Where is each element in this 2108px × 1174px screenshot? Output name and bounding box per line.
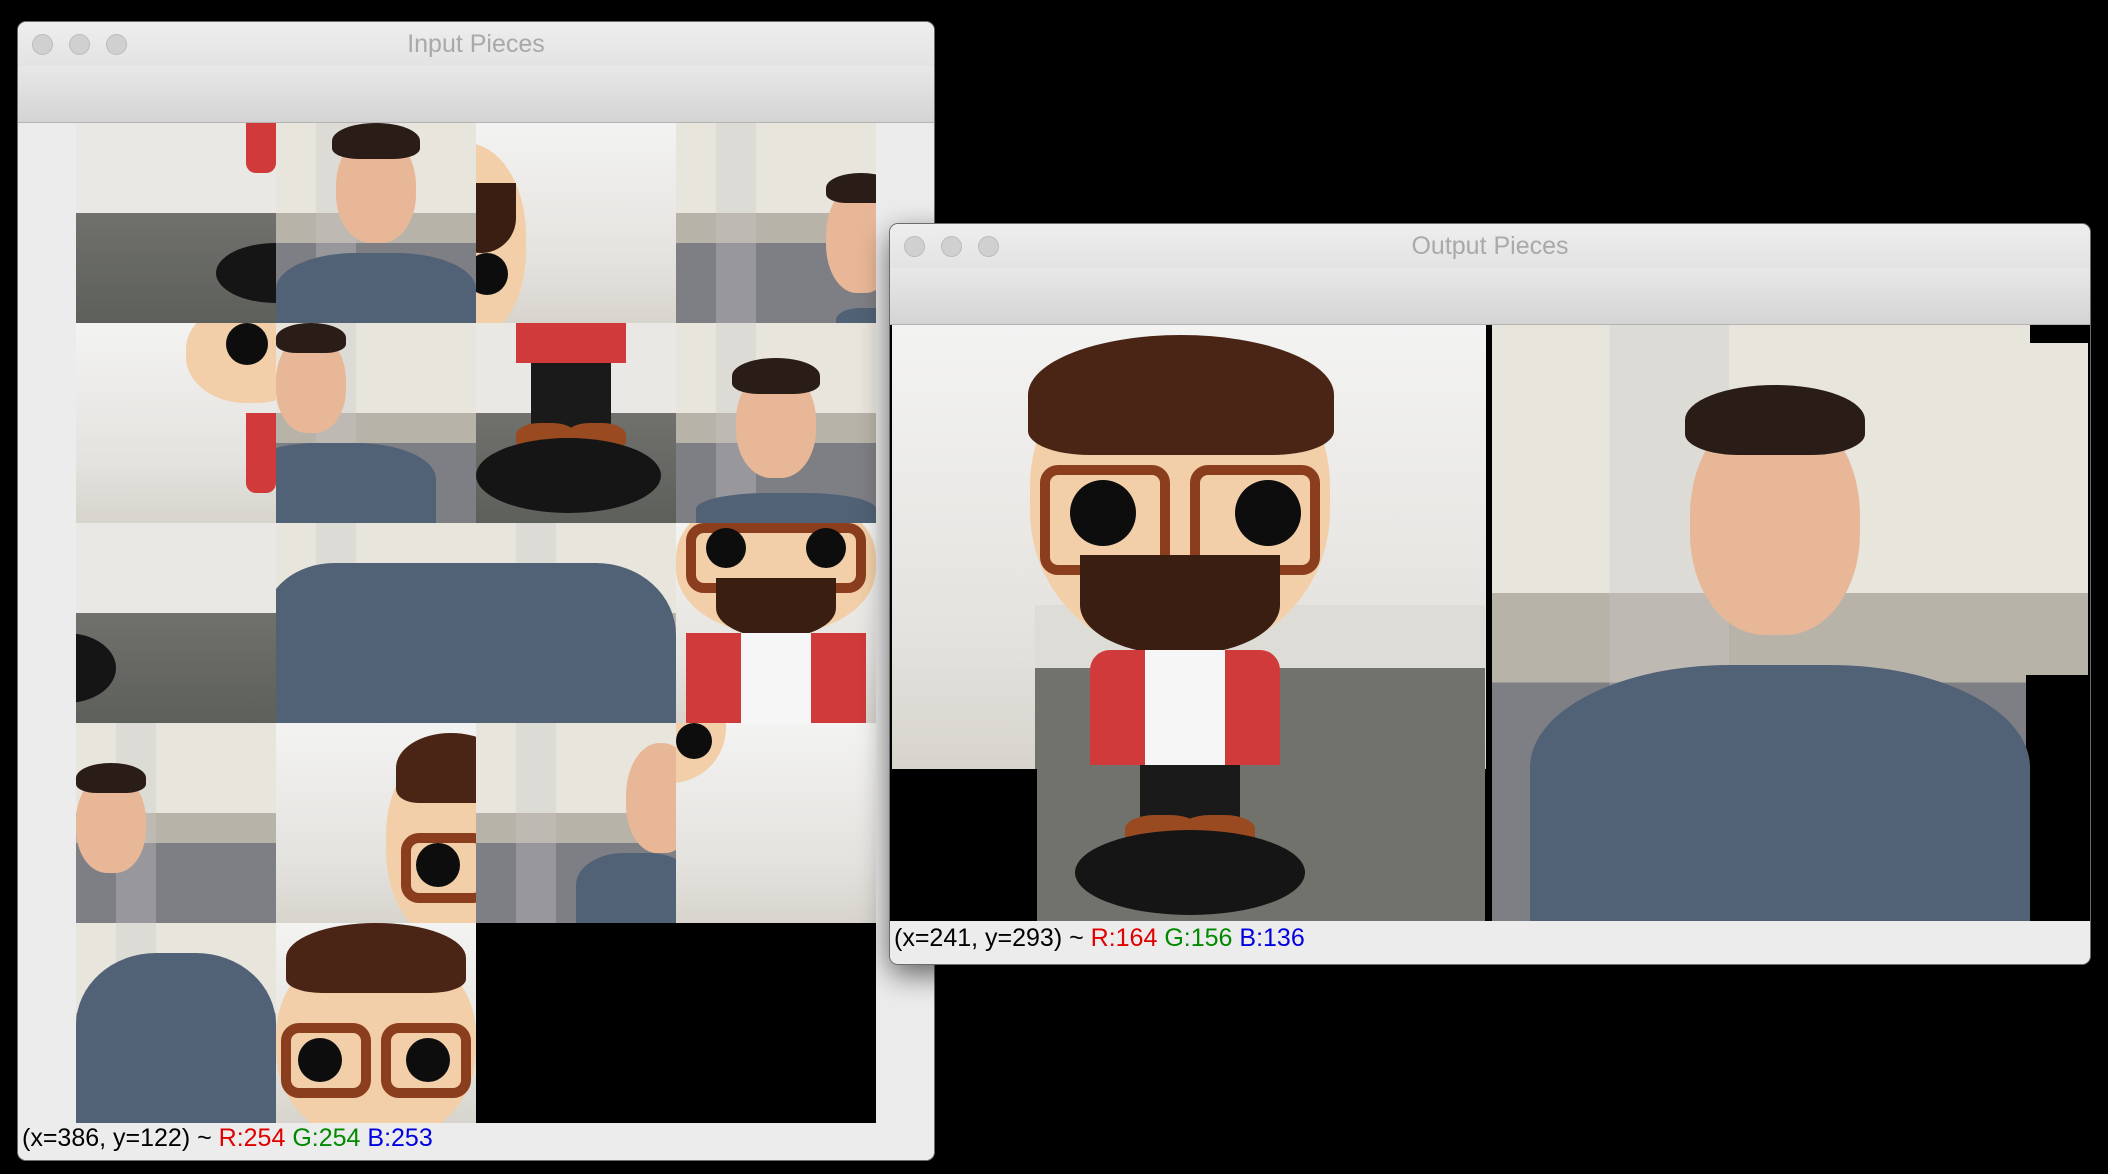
output-coords: (x=241, y=293) ~ <box>894 924 1091 952</box>
close-icon[interactable] <box>904 236 925 257</box>
puzzle-piece <box>676 723 876 923</box>
output-green-value: G:156 <box>1164 924 1233 952</box>
input-statusbar: (x=386, y=122) ~ R:254 G:254 B:253 <box>22 1124 433 1153</box>
output-blue-value: B:136 <box>1239 924 1305 952</box>
puzzle-piece <box>276 923 476 1123</box>
output-image[interactable] <box>890 325 2090 921</box>
zoom-icon[interactable] <box>978 236 999 257</box>
minimize-icon[interactable] <box>69 34 90 55</box>
input-window-toolbar <box>18 66 934 123</box>
input-pieces-grid[interactable] <box>76 123 876 1123</box>
output-pieces-window: Output Pieces (x=241, y=293) ~ R:164 G:1… <box>890 224 2090 964</box>
puzzle-piece <box>76 523 276 723</box>
input-pieces-window: Input Pieces (x=386, y=122) ~ R:254 G:25… <box>18 22 934 1160</box>
puzzle-piece <box>276 523 476 723</box>
output-window-titlebar[interactable]: Output Pieces <box>890 224 2090 268</box>
zoom-icon[interactable] <box>106 34 127 55</box>
empty-tile <box>476 923 676 1123</box>
minimize-icon[interactable] <box>941 236 962 257</box>
puzzle-piece <box>476 723 676 923</box>
puzzle-piece <box>276 723 476 923</box>
input-window-title: Input Pieces <box>407 30 545 58</box>
empty-tile <box>676 923 876 1123</box>
output-statusbar: (x=241, y=293) ~ R:164 G:156 B:136 <box>894 924 1305 953</box>
puzzle-piece <box>476 523 676 723</box>
puzzle-piece <box>76 323 276 523</box>
close-icon[interactable] <box>32 34 53 55</box>
puzzle-piece <box>276 323 476 523</box>
puzzle-piece <box>276 123 476 323</box>
input-red-value: R:254 <box>218 1124 286 1152</box>
puzzle-piece <box>676 523 876 723</box>
puzzle-piece <box>476 323 676 523</box>
puzzle-piece <box>676 323 876 523</box>
puzzle-piece <box>476 123 676 323</box>
puzzle-piece <box>76 723 276 923</box>
puzzle-piece <box>76 923 276 1123</box>
output-window-toolbar <box>890 268 2090 325</box>
puzzle-piece <box>676 123 876 323</box>
puzzle-piece <box>76 123 276 323</box>
input-window-titlebar[interactable]: Input Pieces <box>18 22 934 66</box>
output-red-value: R:164 <box>1090 924 1158 952</box>
input-green-value: G:254 <box>292 1124 361 1152</box>
output-window-title: Output Pieces <box>1411 232 1569 260</box>
input-coords: (x=386, y=122) ~ <box>22 1124 219 1152</box>
input-blue-value: B:253 <box>367 1124 433 1152</box>
